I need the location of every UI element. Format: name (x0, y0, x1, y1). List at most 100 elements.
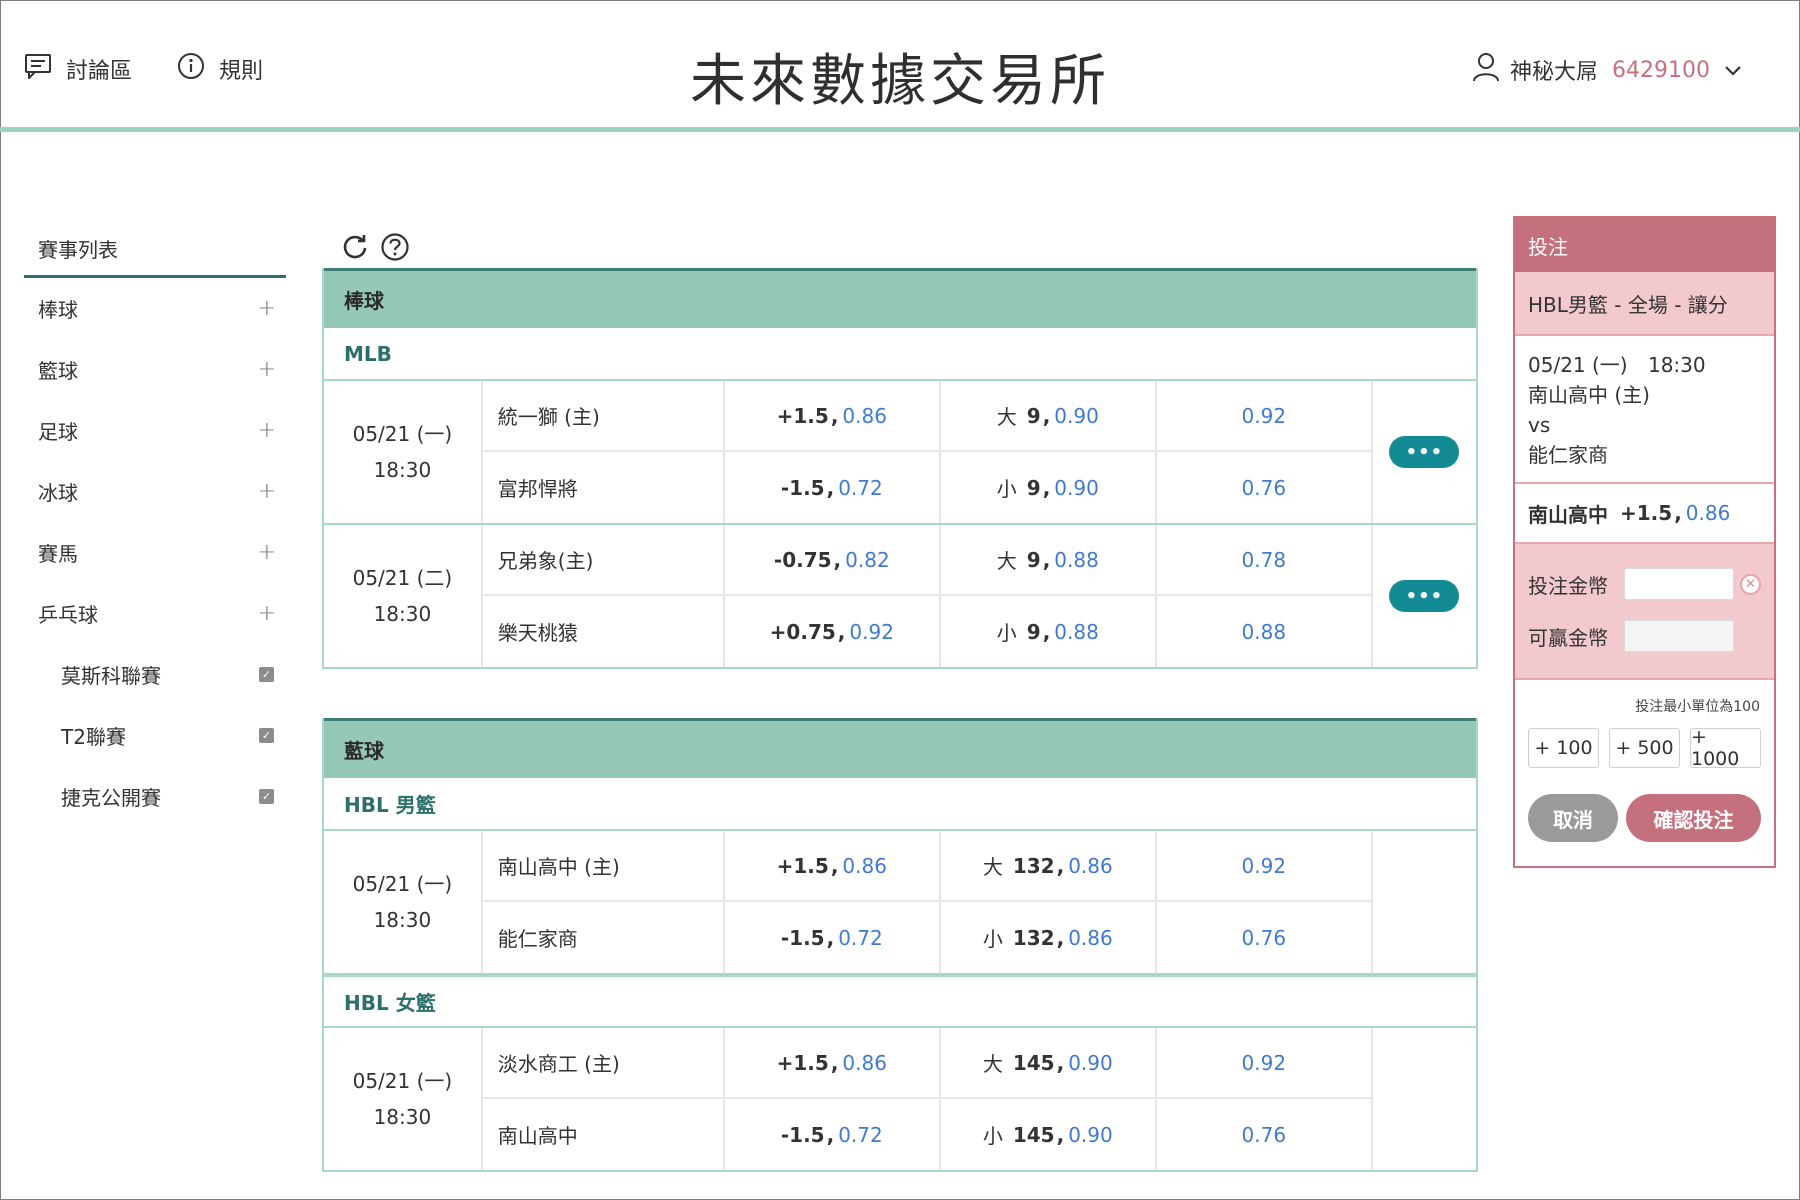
over-under-odds[interactable]: 小 145, 0.90 (941, 1099, 1157, 1170)
forum-link[interactable]: 討論區 (24, 52, 132, 86)
handicap-line: +0.75 (769, 619, 836, 644)
help-icon[interactable] (380, 232, 410, 262)
sidebar-item-label: 賽馬 (38, 542, 78, 566)
odd-value: 0.72 (838, 925, 883, 950)
odd-value: 0.92 (1241, 1050, 1287, 1075)
over-under-odds[interactable]: 大 9, 0.88 (941, 525, 1157, 594)
refresh-icon[interactable] (340, 232, 370, 262)
plus-icon[interactable]: + (258, 418, 276, 443)
over-under-odds[interactable]: 大 145, 0.90 (941, 1028, 1157, 1097)
moneyline-odds[interactable]: 0.78 (1157, 525, 1373, 594)
over-under-label: 小 (982, 927, 1003, 951)
sidebar-item-horseracing[interactable]: 賽馬 + (24, 522, 286, 583)
plus-icon[interactable]: + (258, 601, 276, 626)
sidebar-subitem-t2-league[interactable]: T2聯賽 ✓ (24, 705, 286, 766)
odd-value: 0.86 (842, 1050, 887, 1075)
sport-panel-baseball: 棒球 MLB 05/21 (一) 18:30 統一獅 (主) +1.5, 0.86… (322, 268, 1478, 669)
handicap-odds[interactable]: +0.75, 0.92 (725, 596, 941, 667)
add-100-button[interactable]: + 100 (1528, 728, 1599, 768)
stake-input[interactable] (1624, 568, 1734, 600)
total-line: 132 (1012, 925, 1055, 950)
handicap-odds[interactable]: +1.5, 0.86 (725, 831, 941, 900)
chevron-down-icon[interactable] (1724, 58, 1742, 83)
sidebar-item-baseball[interactable]: 棒球 + (24, 278, 286, 339)
handicap-line: +1.5 (776, 853, 829, 878)
match-time: 18:30 (373, 458, 432, 482)
confirm-bet-button[interactable]: 確認投注 (1626, 794, 1761, 842)
plus-icon[interactable]: + (258, 479, 276, 504)
checkbox[interactable]: ✓ (259, 728, 274, 743)
over-under-odds[interactable]: 大 9, 0.90 (941, 381, 1157, 450)
match-datetime: 05/21 (一) 18:30 (324, 1028, 483, 1170)
odd-value: 0.86 (1068, 925, 1113, 950)
betslip-actions: 取消 確認投注 (1515, 768, 1774, 866)
add-500-button[interactable]: + 500 (1609, 728, 1680, 768)
handicap-odds[interactable]: -0.75, 0.82 (725, 525, 941, 594)
team-name: 樂天桃猿 (483, 596, 725, 667)
team-name: 南山高中 (483, 1099, 725, 1170)
match-time: 18:30 (373, 1105, 432, 1129)
sidebar-item-basketball[interactable]: 籃球 + (24, 339, 286, 400)
moneyline-odds[interactable]: 0.92 (1157, 1028, 1373, 1097)
rules-link[interactable]: 規則 (177, 52, 263, 86)
selection-team: 南山高中 (1528, 502, 1608, 527)
odd-value: 0.76 (1241, 1122, 1287, 1147)
team-name: 能仁家商 (483, 902, 725, 973)
over-under-odds[interactable]: 小 132, 0.86 (941, 902, 1157, 973)
handicap-odds[interactable]: -1.5, 0.72 (725, 902, 941, 973)
plus-icon[interactable]: + (258, 296, 276, 321)
match-row: 05/21 (一) 18:30 淡水商工 (主) +1.5, 0.86 大 145,… (324, 1028, 1476, 1170)
betslip-panel: 投注 HBL男籃 - 全場 - 讓分 05/21 (一) 18:30 南山高中 … (1513, 216, 1776, 868)
moneyline-odds[interactable]: 0.76 (1157, 452, 1373, 523)
forum-label: 討論區 (66, 59, 133, 84)
sidebar-item-tabletennis[interactable]: 乒乓球 + (24, 583, 286, 644)
total-line: 9 (1026, 619, 1041, 644)
checkbox[interactable]: ✓ (259, 789, 274, 804)
sidebar-subitem-czech-open[interactable]: 捷克公開賽 ✓ (24, 766, 286, 827)
odd-value: 0.88 (1054, 619, 1099, 644)
user-menu[interactable]: 神秘大屌 6429100 (1472, 50, 1742, 90)
league-header: MLB (324, 328, 1476, 381)
moneyline-odds[interactable]: 0.92 (1157, 831, 1373, 900)
win-amount-field (1624, 620, 1734, 652)
moneyline-odds[interactable]: 0.92 (1157, 381, 1373, 450)
match-date: 05/21 (一) (352, 422, 453, 446)
moneyline-odds[interactable]: 0.88 (1157, 596, 1373, 667)
sidebar-subitem-moscow-league[interactable]: 莫斯科聯賽 ✓ (24, 644, 286, 705)
team-row: 兄弟象(主) -0.75, 0.82 大 9, 0.88 0.78 (482, 525, 1373, 596)
total-line: 145 (1012, 1050, 1055, 1075)
over-under-odds[interactable]: 大 132, 0.86 (941, 831, 1157, 900)
over-under-odds[interactable]: 小 9, 0.90 (941, 452, 1157, 523)
team-row: 南山高中 (主) +1.5, 0.86 大 132, 0.86 0.92 (482, 831, 1373, 902)
handicap-line: -0.75 (773, 547, 832, 572)
odd-value: 0.72 (838, 475, 883, 500)
match-row: 05/21 (一) 18:30 統一獅 (主) +1.5, 0.86 大 9, 0.9… (324, 381, 1476, 525)
over-under-odds[interactable]: 小 9, 0.88 (941, 596, 1157, 667)
over-under-label: 大 (996, 405, 1017, 429)
sidebar-item-football[interactable]: 足球 + (24, 400, 286, 461)
plus-icon[interactable]: + (258, 357, 276, 382)
chat-icon (24, 53, 66, 85)
more-options-button[interactable]: ••• (1389, 436, 1460, 468)
cancel-button[interactable]: 取消 (1528, 794, 1618, 842)
odd-value: 0.90 (1068, 1050, 1113, 1075)
add-1000-button[interactable]: + 1000 (1690, 726, 1761, 770)
betslip-title: 投注 (1515, 218, 1774, 272)
checkbox[interactable]: ✓ (259, 667, 274, 682)
moneyline-odds[interactable]: 0.76 (1157, 902, 1373, 973)
more-options-button[interactable]: ••• (1389, 580, 1460, 612)
total-line: 9 (1026, 475, 1041, 500)
quick-amount-buttons: + 100 + 500 + 1000 (1515, 716, 1774, 770)
over-under-label: 小 (996, 621, 1017, 645)
handicap-odds[interactable]: +1.5, 0.86 (725, 1028, 941, 1097)
handicap-odds[interactable]: -1.5, 0.72 (725, 452, 941, 523)
sidebar-item-label: 乒乓球 (38, 603, 98, 627)
sidebar-item-icehockey[interactable]: 冰球 + (24, 461, 286, 522)
user-name: 神秘大屌 (1510, 60, 1599, 85)
handicap-odds[interactable]: -1.5, 0.72 (725, 1099, 941, 1170)
match-datetime: 05/21 (二) 18:30 (324, 525, 483, 667)
moneyline-odds[interactable]: 0.76 (1157, 1099, 1373, 1170)
clear-icon[interactable]: ✕ (1740, 573, 1761, 595)
handicap-odds[interactable]: +1.5, 0.86 (725, 381, 941, 450)
plus-icon[interactable]: + (258, 540, 276, 565)
